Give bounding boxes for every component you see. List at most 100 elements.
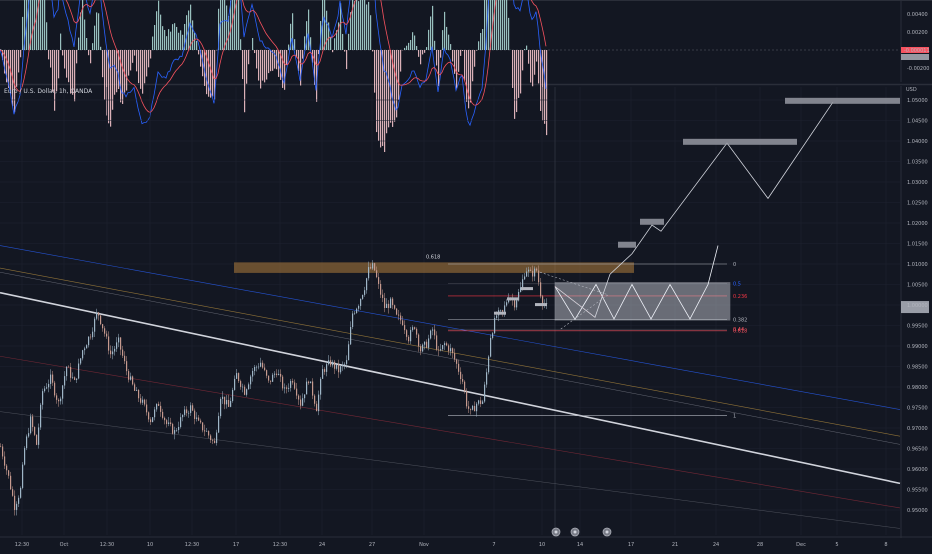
ind-tick-label: 0.00200 xyxy=(907,30,928,36)
candle-body xyxy=(120,337,121,349)
ind-hist-bar xyxy=(120,50,121,102)
candle-body xyxy=(422,345,423,352)
ind-tick-label: -0.00200 xyxy=(907,66,929,72)
level-marker[interactable] xyxy=(507,297,519,300)
candle-body xyxy=(130,376,131,379)
candle-body xyxy=(446,343,447,345)
ind-tick-label: 0.00400 xyxy=(907,12,928,18)
channel-line-gray[interactable] xyxy=(0,272,900,444)
candle-body xyxy=(332,362,333,366)
ind-hist-bar xyxy=(166,36,167,50)
target-box[interactable] xyxy=(683,139,797,145)
ind-hist-bar xyxy=(456,50,457,88)
ind-hist-bar xyxy=(480,33,481,50)
candle-body xyxy=(78,364,79,379)
ind-hist-bar xyxy=(142,50,143,94)
ind-hist-bar xyxy=(36,0,37,50)
ind-hist-bar xyxy=(466,50,467,102)
candle-body xyxy=(484,385,485,402)
channel-line-lower[interactable] xyxy=(0,412,900,529)
ind-hist-bar xyxy=(448,35,449,50)
ind-hist-bar xyxy=(258,50,259,81)
price-tick-label: 0.97500 xyxy=(907,405,928,411)
ind-hist-bar xyxy=(498,0,499,50)
candle-body xyxy=(208,431,209,435)
candle-body xyxy=(250,377,251,385)
ind-hist-bar xyxy=(374,50,375,93)
ind-hist-bar xyxy=(20,50,21,57)
candle-body xyxy=(60,399,61,402)
candle-body xyxy=(538,271,539,283)
candle-body xyxy=(116,342,117,348)
channel-line-orange[interactable] xyxy=(0,268,900,436)
ind-hist-bar xyxy=(68,50,69,82)
candle-body xyxy=(408,337,409,341)
price-axis[interactable]: 1.050001.045001.040001.035001.030001.025… xyxy=(901,86,929,538)
candle-body xyxy=(444,343,445,345)
ind-hist-bar xyxy=(164,30,165,50)
candle-body xyxy=(180,417,181,427)
ind-hist-bar xyxy=(484,0,485,50)
candle-body xyxy=(248,384,249,389)
ind-hist-bar xyxy=(444,12,445,50)
candle-body xyxy=(54,383,55,396)
tradingview-chart[interactable]: 0.004000.002000.00000-0.00200-0.000011 0… xyxy=(0,0,932,550)
current-price-box[interactable] xyxy=(901,301,929,313)
target-box[interactable] xyxy=(640,219,664,225)
ind-hist-bar xyxy=(428,30,429,50)
candle-body xyxy=(114,349,115,352)
price-tick-label: 0.98500 xyxy=(907,364,928,370)
candle-body xyxy=(404,325,405,330)
candle-body xyxy=(14,496,15,510)
ind-hist-bar xyxy=(426,47,427,50)
ind-hist-bar xyxy=(64,50,65,69)
candle-body xyxy=(416,329,417,335)
candle-body xyxy=(216,433,217,443)
time-tick-label: 12:30 xyxy=(185,542,199,548)
target-box[interactable] xyxy=(785,98,900,104)
target-box[interactable] xyxy=(618,242,636,248)
level-marker[interactable] xyxy=(494,312,506,315)
ind-hist-bar xyxy=(272,50,273,71)
candle-body xyxy=(268,376,269,381)
candle-body xyxy=(360,299,361,306)
event-markers[interactable] xyxy=(552,528,611,536)
candle-body xyxy=(526,272,527,277)
level-marker[interactable] xyxy=(521,287,533,290)
time-axis[interactable]: 12:30Oct12:301012:301712:302427Nov710141… xyxy=(0,537,932,548)
candle-body xyxy=(514,300,515,307)
candle-body xyxy=(236,373,237,379)
ind-hist-bar xyxy=(102,50,103,77)
candle-body xyxy=(34,427,35,435)
candle-body xyxy=(222,397,223,399)
ind-hist-bar xyxy=(412,32,413,50)
ind-hist-bar xyxy=(174,23,175,50)
candle-body xyxy=(246,389,247,395)
level-marker[interactable] xyxy=(535,303,547,306)
price-tick-label: 1.03000 xyxy=(907,180,928,186)
ind-hist-bar xyxy=(154,25,155,50)
ind-hist-bar xyxy=(194,33,195,50)
candle-body xyxy=(28,433,29,436)
candle-body xyxy=(194,411,195,419)
channel-line-red[interactable] xyxy=(0,356,900,508)
candle-body xyxy=(452,348,453,353)
ind-hist-bar xyxy=(348,34,349,50)
candle-body xyxy=(42,391,43,405)
candle-body xyxy=(426,342,427,348)
ind-hist-bar xyxy=(366,4,367,50)
candle-body xyxy=(534,269,535,277)
chart-canvas[interactable]: 0.004000.002000.00000-0.00200-0.000011 0… xyxy=(0,0,932,550)
candle-body xyxy=(380,284,381,295)
ind-hist-bar xyxy=(140,50,141,89)
time-tick-label: 21 xyxy=(672,542,678,548)
price-tick-label: 1.00500 xyxy=(907,282,928,288)
candle-body xyxy=(302,398,303,406)
candle-body xyxy=(68,367,69,368)
candle-body xyxy=(316,404,317,411)
candle-body xyxy=(10,476,11,489)
candle-body xyxy=(170,422,171,424)
candle-body xyxy=(482,401,483,403)
candle-body xyxy=(144,400,145,405)
currency-label: USD xyxy=(906,87,917,93)
